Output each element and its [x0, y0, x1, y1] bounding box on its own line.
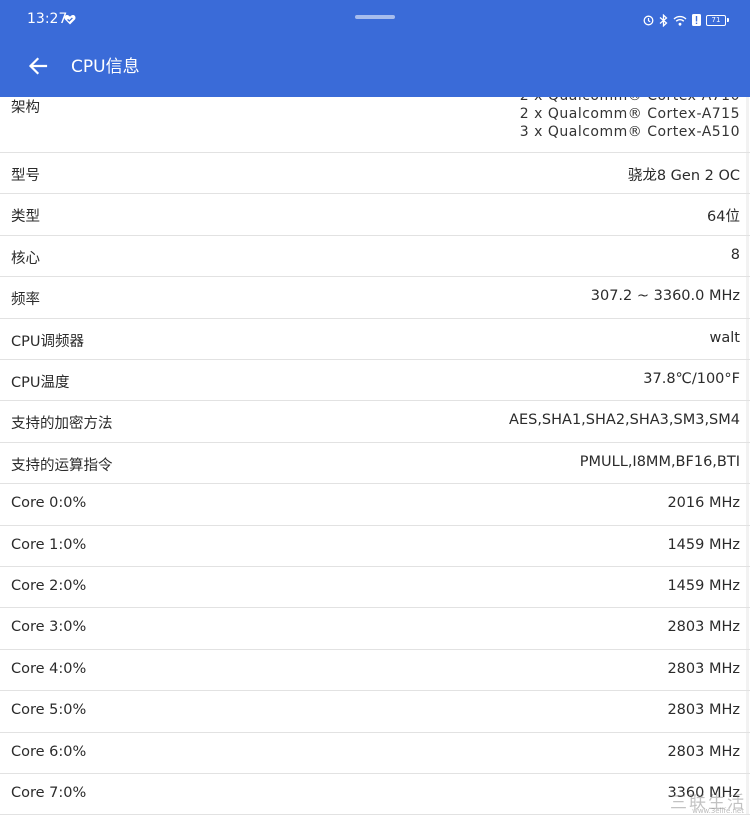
status-icons: 71 — [643, 12, 729, 28]
list-item: 支持的运算指令 PMULL,I8MM,BF16,BTI — [0, 443, 750, 485]
battery-icon: 71 — [706, 14, 729, 26]
alarm-icon — [643, 15, 654, 25]
row-label: 支持的加密方法 — [11, 416, 113, 433]
list-item: Core 3:0% 2803 MHz — [0, 608, 750, 650]
list-item: 核心 8 — [0, 236, 750, 278]
row-label: 频率 — [11, 292, 40, 309]
row-value: AES,SHA1,SHA2,SHA3,SM3,SM4 — [509, 412, 740, 429]
row-label: 型号 — [11, 168, 40, 184]
toolbar: CPU信息 — [0, 38, 750, 97]
row-label: Core 2:0% — [11, 578, 87, 594]
drag-handle[interactable] — [355, 15, 395, 19]
list-item: Core 0:0% 2016 MHz — [0, 484, 750, 526]
list-item: Core 6:0% 2803 MHz — [0, 733, 750, 774]
row-value: 骁龙8 Gen 2 OC — [627, 168, 740, 184]
screen: 架构 2 x Qualcomm® Cortex-A710 2 x Qualcom… — [0, 0, 750, 815]
row-label: 核心 — [11, 250, 40, 267]
row-label: Core 0:0% — [11, 495, 87, 512]
row-label: 架构 — [11, 100, 40, 116]
row-value: 1459 MHz — [667, 578, 740, 594]
row-value: 37.8℃/100°F — [643, 371, 740, 387]
row-value: 2803 MHz — [667, 660, 740, 677]
row-value: 2803 MHz — [667, 743, 740, 760]
list-item: CPU温度 37.8℃/100°F — [0, 360, 750, 402]
list-item: Core 4:0% 2803 MHz — [0, 650, 750, 692]
back-button[interactable] — [22, 50, 54, 82]
row-label: Core 1:0% — [11, 536, 87, 553]
heart-shield-icon — [64, 15, 76, 25]
row-value: 2803 MHz — [667, 619, 740, 636]
row-value: 2016 MHz — [667, 495, 740, 512]
bluetooth-icon — [659, 13, 668, 27]
list-item: 类型 64位 — [0, 194, 750, 236]
row-label: CPU温度 — [11, 375, 70, 391]
list-item: 频率 307.2 ~ 3360.0 MHz — [0, 277, 750, 319]
page-title: CPU信息 — [71, 57, 140, 77]
list-item: CPU调频器 walt — [0, 319, 750, 360]
row-value: walt — [709, 329, 740, 346]
row-label: Core 7:0% — [11, 785, 87, 801]
alert-icon — [692, 14, 701, 26]
row-label: Core 3:0% — [11, 619, 87, 636]
arrow-left-icon — [28, 57, 48, 75]
row-label: Core 5:0% — [11, 702, 87, 719]
architecture-line: 2 x Qualcomm® Cortex-A715 — [519, 106, 740, 122]
row-label: 支持的运算指令 — [11, 457, 113, 474]
row-value: 8 — [730, 246, 740, 263]
list-item: Core 7:0% 3360 MHz — [0, 774, 750, 815]
watermark-url: www.3elife.net — [692, 807, 744, 815]
wifi-icon — [673, 15, 687, 26]
status-time: 13:27 — [27, 11, 68, 27]
row-label: 类型 — [11, 209, 40, 226]
list-item: Core 2:0% 1459 MHz — [0, 567, 750, 609]
app-header: 13:27 71 CPU信息 — [0, 0, 750, 97]
row-value: 1459 MHz — [667, 536, 740, 553]
row-value: 64位 — [707, 209, 740, 226]
row-label: Core 4:0% — [11, 660, 87, 677]
row-value: PMULL,I8MM,BF16,BTI — [579, 453, 740, 470]
list-item: Core 1:0% 1459 MHz — [0, 526, 750, 567]
row-value: 2803 MHz — [667, 702, 740, 719]
list-item: 型号 骁龙8 Gen 2 OC — [0, 153, 750, 195]
row-value: 307.2 ~ 3360.0 MHz — [590, 288, 740, 305]
row-label: Core 6:0% — [11, 743, 87, 760]
architecture-line: 3 x Qualcomm® Cortex-A510 — [519, 124, 740, 140]
list-item: Core 5:0% 2803 MHz — [0, 691, 750, 733]
status-bar: 13:27 71 — [0, 0, 750, 38]
list-item: 支持的加密方法 AES,SHA1,SHA2,SHA3,SM3,SM4 — [0, 401, 750, 443]
row-label: CPU调频器 — [11, 333, 84, 350]
